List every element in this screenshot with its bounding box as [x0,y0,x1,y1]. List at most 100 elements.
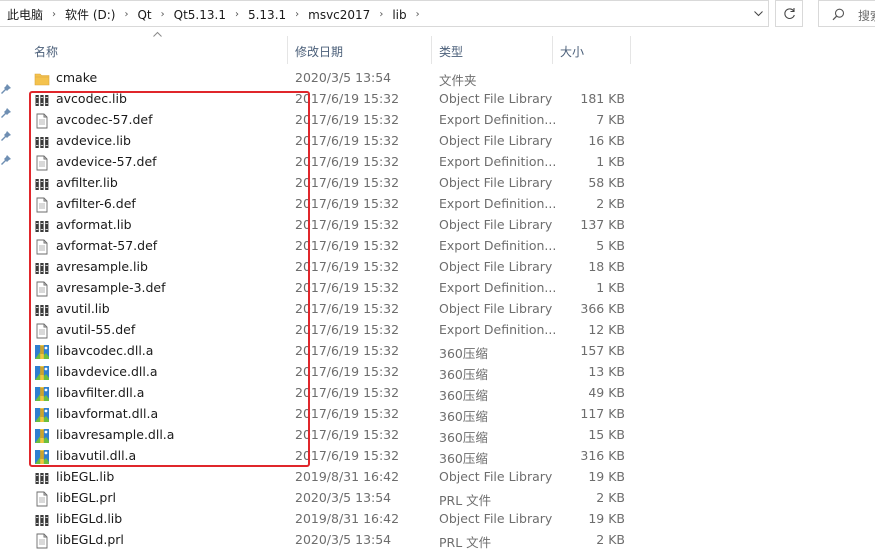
library-file-icon [34,134,50,150]
breadcrumb-item[interactable]: Qt5.13.1 [173,8,227,22]
column-header-label: 名称 [34,45,59,59]
library-file-icon [34,92,50,108]
document-icon [34,155,50,171]
breadcrumb-item[interactable]: 5.13.1 [247,8,287,22]
file-type: 360压缩 [439,451,488,466]
file-row[interactable]: libavcodec.dll.a 2017/6/19 15:32 360压缩 157 … [0,341,875,362]
column-header-date[interactable]: 修改日期 [295,36,430,64]
modified-date: 2019/8/31 16:42 [295,469,400,484]
column-divider[interactable] [630,36,631,64]
breadcrumb-separator[interactable]: › [116,9,136,20]
file-type: Object File Library [439,133,553,148]
archive-icon [34,428,50,444]
file-row[interactable]: avfilter-6.def 2017/6/19 15:32 Export Defi… [0,194,875,215]
column-header-size[interactable]: 大小 [560,36,630,64]
file-type: Object File Library [439,175,553,190]
folder-row[interactable]: cmake 2020/3/5 13:54 文件夹 [0,68,875,89]
modified-date: 2017/6/19 15:32 [295,427,400,442]
file-row[interactable]: avutil.lib 2017/6/19 15:32 Object File Lib… [0,299,875,320]
breadcrumb-separator[interactable]: › [153,9,173,20]
file-type: 360压缩 [439,346,488,361]
breadcrumb-separator[interactable]: › [371,9,391,20]
modified-date: 2017/6/19 15:32 [295,322,400,337]
file-name: avresample.lib [56,259,148,274]
chevron-down-icon[interactable] [748,1,768,26]
file-size: 15 KB [588,427,625,442]
file-row[interactable]: avformat.lib 2017/6/19 15:32 Object File L… [0,215,875,236]
file-size: 1 KB [596,154,625,169]
column-divider[interactable] [552,36,553,64]
file-size: 13 KB [588,364,625,379]
library-file-icon [34,260,50,276]
archive-icon [34,365,50,381]
archive-icon [34,407,50,423]
modified-date: 2017/6/19 15:32 [295,175,400,190]
file-row[interactable]: libEGLd.lib 2019/8/31 16:42 Object File Li… [0,509,875,530]
file-row[interactable]: avcodec-57.def 2017/6/19 15:32 Export Defi… [0,110,875,131]
breadcrumb-separator[interactable]: › [287,9,307,20]
breadcrumb-item[interactable]: lib [391,8,407,22]
file-size: 58 KB [588,175,625,190]
column-header-name[interactable]: 名称 [34,36,284,64]
file-row[interactable]: avutil-55.def 2017/6/19 15:32 Export Defin… [0,320,875,341]
modified-date: 2017/6/19 15:32 [295,196,400,211]
modified-date: 2017/6/19 15:32 [295,112,400,127]
modified-date: 2017/6/19 15:32 [295,301,400,316]
folder-icon [34,71,50,87]
file-row[interactable]: libavresample.dll.a 2017/6/19 15:32 360压缩 1… [0,425,875,446]
breadcrumb-item[interactable]: 软件 (D:) [64,6,116,23]
file-size: 16 KB [588,133,625,148]
file-row[interactable]: avdevice-57.def 2017/6/19 15:32 Export Def… [0,152,875,173]
file-row[interactable]: avformat-57.def 2017/6/19 15:32 Export Def… [0,236,875,257]
file-row[interactable]: avfilter.lib 2017/6/19 15:32 Object File L… [0,173,875,194]
breadcrumb: 此电脑 › 软件 (D:) › Qt › Qt5.13.1 › 5.13.1 › msvc2017 ›… [6,1,428,28]
file-row[interactable]: libavdevice.dll.a 2017/6/19 15:32 360压缩 13 … [0,362,875,383]
refresh-button[interactable] [775,0,803,27]
file-type: Export Definition... [439,112,557,127]
file-row[interactable]: libavutil.dll.a 2017/6/19 15:32 360压缩 316 K… [0,446,875,467]
breadcrumb-item[interactable]: Qt [136,8,152,22]
file-type: Object File Library [439,217,553,232]
file-name: libavformat.dll.a [56,406,159,421]
search-box[interactable]: 搜索 [818,0,875,27]
file-name: avcodec.lib [56,91,127,106]
breadcrumb-item[interactable]: msvc2017 [307,8,371,22]
breadcrumb-item[interactable]: 此电脑 [6,6,44,23]
file-row[interactable]: libavfilter.dll.a 2017/6/19 15:32 360压缩 49 … [0,383,875,404]
column-header-type[interactable]: 类型 [439,36,549,64]
file-size: 5 KB [596,238,625,253]
file-row[interactable]: avresample-3.def 2017/6/19 15:32 Export De… [0,278,875,299]
file-type: Object File Library [439,511,553,526]
file-size: 366 KB [580,301,625,316]
file-row[interactable]: libEGL.lib 2019/8/31 16:42 Object File Lib… [0,467,875,488]
modified-date: 2017/6/19 15:32 [295,280,400,295]
file-row[interactable]: avdevice.lib 2017/6/19 15:32 Object File L… [0,131,875,152]
document-icon [34,491,50,507]
file-name: avformat.lib [56,217,132,232]
file-row[interactable]: libEGL.prl 2020/3/5 13:54 PRL 文件 2 KB [0,488,875,509]
file-size: 2 KB [596,490,625,505]
file-type: Object File Library [439,301,553,316]
file-size: 181 KB [580,91,625,106]
file-size: 19 KB [588,469,625,484]
document-icon [34,281,50,297]
column-divider[interactable] [431,36,432,64]
file-type: 360压缩 [439,388,488,403]
search-input[interactable]: 搜索 [858,7,875,24]
breadcrumb-separator[interactable]: › [408,9,428,20]
file-size: 19 KB [588,511,625,526]
file-type: Object File Library [439,469,553,484]
file-row[interactable]: avcodec.lib 2017/6/19 15:32 Object File Li… [0,89,875,110]
file-type: Object File Library [439,91,553,106]
address-bar[interactable]: 此电脑 › 软件 (D:) › Qt › Qt5.13.1 › 5.13.1 › msvc2017 ›… [0,0,769,27]
breadcrumb-separator[interactable]: › [44,9,64,20]
file-row[interactable]: avresample.lib 2017/6/19 15:32 Object File… [0,257,875,278]
modified-date: 2020/3/5 13:54 [295,532,392,547]
file-type: 360压缩 [439,430,488,445]
file-row[interactable]: libavformat.dll.a 2017/6/19 15:32 360压缩 117… [0,404,875,425]
column-divider[interactable] [287,36,288,64]
breadcrumb-separator[interactable]: › [227,9,247,20]
file-name: libavutil.dll.a [56,448,137,463]
file-size: 316 KB [580,448,625,463]
library-file-icon [34,302,50,318]
